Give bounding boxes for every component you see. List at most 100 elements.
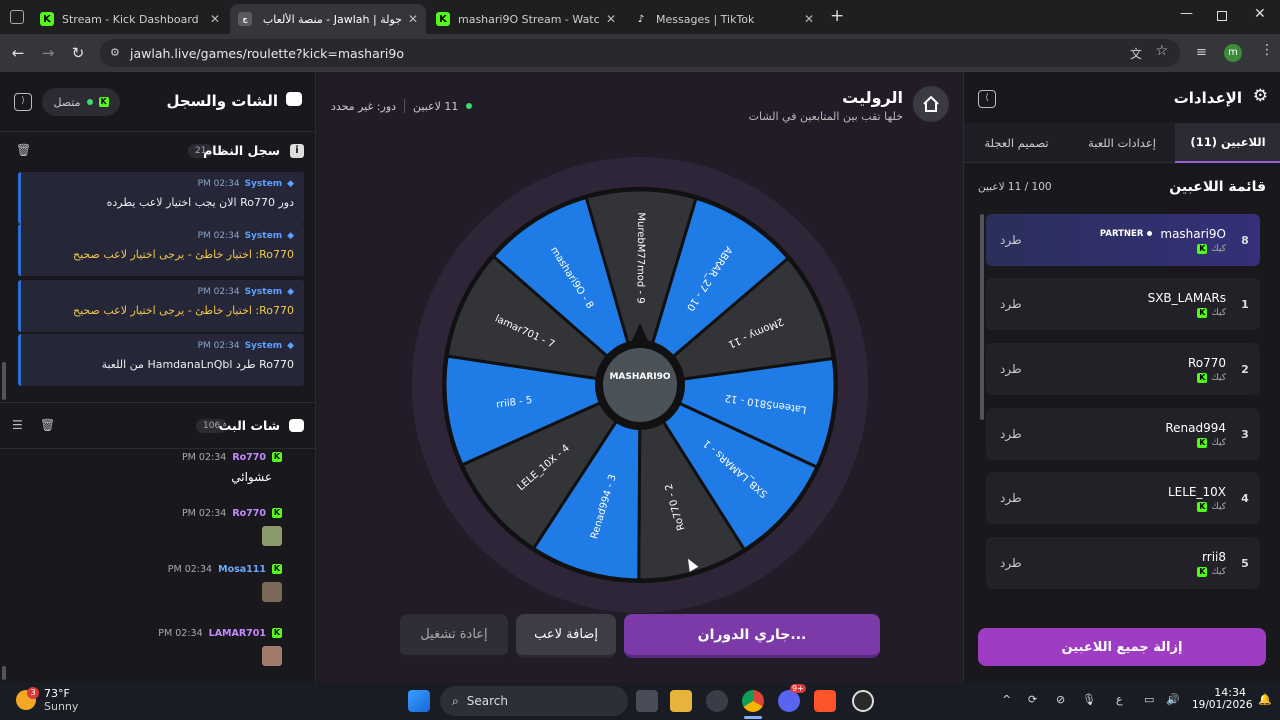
spin-button[interactable]: جاري الدوران... [624,614,880,658]
player-row[interactable]: 5 rrii8 كيك K طرد [986,537,1260,589]
scrollbar-thumb[interactable] [980,214,984,420]
clock-date: 19/01/2026 [1192,699,1253,711]
chrome-icon[interactable] [742,690,764,712]
browser-tab-4[interactable]: ♪ Messages | TikTok ✕ [626,4,822,34]
file-explorer-icon[interactable] [670,690,692,712]
discord-icon[interactable]: 9+ [778,684,806,712]
tab-title: Messages | TikTok [656,12,755,26]
windows-taskbar: 3 73°F Sunny ⌕ Search 9+ ^ ⟳ ⊘ 🎙 ع ▭ 🔊 1… [0,682,1280,720]
reload-icon[interactable]: ↻ [68,43,88,63]
tray-language[interactable]: ع [1116,693,1123,706]
player-info: LELE_10X كيك K [1022,485,1234,512]
player-row[interactable]: 8 mashari9O PARTNER كيك K طرد [986,214,1260,266]
tab-close-icon[interactable]: ✕ [804,12,814,26]
chat-username[interactable]: Mosa111 [218,564,266,575]
chat-emote-image [262,526,282,546]
kick-player-button[interactable]: طرد [1000,427,1022,441]
tray-mic-icon[interactable]: 🎙 [1082,693,1096,706]
collapse-panel-icon[interactable]: ⟨ [978,90,996,108]
taskbar-search[interactable]: ⌕ Search [440,686,628,716]
kick-player-button[interactable]: طرد [1000,233,1022,247]
message-meta: K Ro770 02:34 PM [0,450,282,464]
tab-label: اللاعبين (11) [1190,135,1266,149]
translate-icon[interactable]: 文 [1130,45,1142,62]
remove-all-players-button[interactable]: إزالة جميع اللاعبين [978,628,1266,666]
system-log-header: 🗑 21 سجل النظام i [0,132,316,172]
kick-logo-icon: K [272,508,282,518]
notification-bell-icon[interactable]: 🔔 [1258,693,1272,706]
site-info-icon[interactable]: ⚙ [110,46,120,59]
message-time: 02:34 PM [181,451,227,463]
back-arrow-icon[interactable]: ← [8,43,28,63]
kick-player-button[interactable]: طرد [1000,362,1022,376]
bookmark-star-icon[interactable]: ☆ [1155,43,1168,59]
trash-icon[interactable]: 🗑 [16,143,31,157]
obs-icon[interactable] [852,690,874,712]
player-row[interactable]: 1 SXB_LAMARs كيك K طرد [986,278,1260,330]
tray-network-off-icon[interactable]: ⊘ [1056,693,1065,706]
browser-tab-1[interactable]: K Stream - Kick Dashboard ✕ [32,4,228,34]
restart-button[interactable]: إعادة تشغيل [400,614,508,658]
tab-close-icon[interactable]: ✕ [408,12,418,26]
trash-icon[interactable]: 🗑 [40,418,55,432]
remove-all-label: إزالة جميع اللاعبين [1061,639,1183,655]
minimize-icon[interactable]: — [1180,6,1193,21]
windows-start-icon[interactable] [408,690,430,712]
player-row[interactable]: 2 Ro770 كيك K طرد [986,343,1260,395]
tab-close-icon[interactable]: ✕ [606,12,616,26]
chat-username[interactable]: LAMAR701 [209,628,266,639]
home-button[interactable] [913,86,949,122]
player-name: SXB_LAMARs [1147,290,1226,305]
player-row[interactable]: 4 LELE_10X كيك K طرد [986,472,1260,524]
tray-sync-icon[interactable]: ⟳ [1028,693,1037,706]
brave-icon[interactable] [814,690,836,712]
game-title: الروليت [842,88,903,107]
discord-badge: 9+ [790,684,806,693]
media-control-icon[interactable]: ≡ [1196,45,1207,60]
tab-game-settings[interactable]: إعدادات اللعبة [1069,123,1175,163]
profile-avatar[interactable]: m [1224,44,1242,62]
tab-title: mashari9O Stream - Watch Live [458,12,600,26]
roulette-wheel[interactable]: MurebM77mod - 9 ABRAR_27 - 102Momy - 11La… [407,152,873,618]
url-input[interactable]: ⚙ jawlah.live/games/roulette?kick=mashar… [100,39,1180,67]
tab-close-icon[interactable]: ✕ [210,12,220,26]
align-icon[interactable]: ☰ [12,418,23,432]
divider [404,99,406,113]
system-message: ◆ System 02:34 PM دور Ro770 الان يجب اخت… [18,172,304,224]
scrollbar-thumb[interactable] [2,362,6,400]
message-text: Ro770: اختيار خاطئ - يرجى اختيار لاعب صح… [72,304,294,317]
kick-player-button[interactable]: طرد [1000,556,1022,570]
player-row[interactable]: 3 Renad994 كيك K طرد [986,408,1260,460]
maximize-icon[interactable] [1217,11,1227,21]
tab-search-icon[interactable] [10,10,24,24]
kick-logo-icon: K [1197,566,1208,577]
tray-chevron-icon[interactable]: ^ [1002,693,1011,706]
tab-wheel-design[interactable]: تصميم العجلة [964,123,1069,163]
add-player-button[interactable]: إضافة لاعب [516,614,616,658]
new-tab-plus-icon[interactable]: + [830,6,844,26]
close-window-icon[interactable]: ✕ [1254,6,1266,22]
scrollbar-thumb[interactable] [2,666,6,680]
browser-tab-3[interactable]: K mashari9O Stream - Watch Live ✕ [428,4,624,34]
kick-player-button[interactable]: طرد [1000,297,1022,311]
message-time: 02:34 PM [197,230,240,241]
clock[interactable]: 14:34 19/01/2026 [1192,686,1253,711]
browser-tab-2[interactable]: ج جولة | Jawlah - منصة الألعاب التفا ✕ [230,4,426,34]
chat-username[interactable]: Ro770 [232,452,266,463]
kick-logo-icon: K [272,628,282,638]
weather-widget[interactable]: 3 73°F Sunny [16,687,78,713]
player-info: Ro770 كيك K [1022,356,1234,383]
player-count: 11 لاعبين [413,99,459,113]
tab-players[interactable]: اللاعبين (11) [1175,123,1280,163]
tray-volume-icon[interactable]: 🔊 [1166,693,1180,706]
message-text: دور Ro770 الان يجب اختيار لاعب يطرده [106,196,294,209]
settings-title: الإعدادات [1173,89,1242,107]
collapse-panel-icon[interactable]: ⟩ [14,93,32,111]
browser-menu-icon[interactable]: ⋮ [1260,42,1274,58]
task-view-icon[interactable] [636,690,658,712]
forward-arrow-icon[interactable]: → [38,43,58,63]
chat-username[interactable]: Ro770 [232,508,266,519]
tray-display-icon[interactable]: ▭ [1144,693,1154,706]
kick-player-button[interactable]: طرد [1000,491,1022,505]
snipping-tool-icon[interactable] [706,690,728,712]
